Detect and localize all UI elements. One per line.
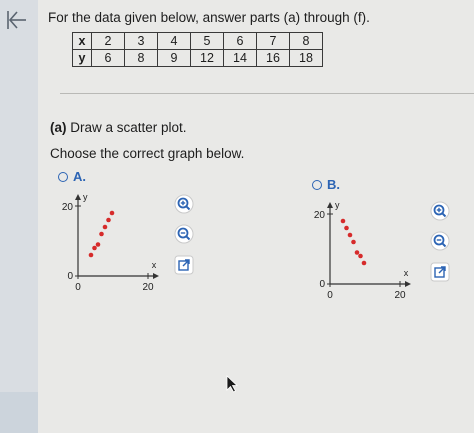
part-a-heading: (a) Draw a scatter plot. xyxy=(50,120,187,135)
data-point xyxy=(344,225,349,231)
table-cell: 8 xyxy=(289,32,323,50)
table-cell: 2 xyxy=(91,32,125,50)
x-axis-arrow xyxy=(405,281,411,287)
scatter-plot-a: 20 00 20 y x xyxy=(62,192,159,293)
table-cell: 5 xyxy=(190,32,224,50)
data-point xyxy=(347,232,353,238)
y-tick-label-0: 0 xyxy=(319,279,325,290)
option-b[interactable]: B. xyxy=(312,177,340,192)
y-axis-label: y xyxy=(83,192,88,202)
y-axis-label: y xyxy=(335,200,340,210)
table-cell: 12 xyxy=(190,49,224,67)
data-point xyxy=(92,245,97,251)
part-a-label: (a) xyxy=(50,120,67,135)
data-point xyxy=(95,242,101,247)
question-panel: For the data given below, answer parts (… xyxy=(38,0,474,433)
data-point xyxy=(351,239,356,245)
x-tick-label-20: 20 xyxy=(142,282,154,293)
table-cell: 18 xyxy=(289,49,323,67)
back-arrow-icon[interactable] xyxy=(4,8,28,32)
table-row-y: y 6 8 9 12 14 16 18 xyxy=(72,49,323,67)
table-cell: 14 xyxy=(223,49,257,67)
zoom-out-icon[interactable] xyxy=(174,224,194,244)
data-point xyxy=(88,252,94,258)
data-point xyxy=(361,260,367,266)
choose-instruction: Choose the correct graph below. xyxy=(50,146,245,161)
expand-icon[interactable] xyxy=(430,262,450,282)
data-table: x 2 3 4 5 6 7 8 y 6 8 9 12 14 16 18 xyxy=(72,32,323,67)
data-point xyxy=(354,250,360,255)
graph-option-b[interactable]: 20 0 0 20 y x xyxy=(300,198,420,313)
data-point xyxy=(102,224,108,230)
x-axis-arrow xyxy=(153,273,159,279)
data-point xyxy=(106,217,111,223)
data-point xyxy=(99,231,104,237)
x-tick-label-0: 0 xyxy=(75,282,81,293)
option-a-label: A. xyxy=(73,169,86,184)
y-axis-arrow xyxy=(327,202,333,208)
table-cell: 8 xyxy=(124,49,158,67)
y-axis-arrow xyxy=(75,194,81,200)
zoom-in-icon[interactable] xyxy=(174,194,194,214)
table-cell: 16 xyxy=(256,49,290,67)
option-b-label: B. xyxy=(327,177,340,192)
y-tick-label-0: 0 xyxy=(67,271,73,282)
part-a-text: Draw a scatter plot. xyxy=(70,120,187,135)
x-axis-label: x xyxy=(152,260,157,270)
y-tick-label-20: 20 xyxy=(62,202,74,213)
section-divider xyxy=(60,93,474,94)
expand-icon[interactable] xyxy=(174,255,194,275)
radio-option-b[interactable] xyxy=(312,179,322,190)
graph-option-a[interactable]: 20 0 0 20 y x xyxy=(48,190,168,305)
table-header-x: x xyxy=(72,32,92,50)
option-a[interactable]: A. xyxy=(58,169,86,184)
table-cell: 7 xyxy=(256,32,290,50)
table-cell: 9 xyxy=(157,49,191,67)
data-point xyxy=(109,210,115,216)
question-prompt: For the data given below, answer parts (… xyxy=(48,10,370,25)
table-cell: 3 xyxy=(124,32,158,50)
data-point xyxy=(358,253,363,259)
y-tick-label-20: 20 xyxy=(314,210,326,221)
x-tick-label-0: 0 xyxy=(327,290,333,301)
table-cell: 6 xyxy=(91,49,125,67)
x-axis-label: x xyxy=(404,268,409,278)
x-tick-label-20: 20 xyxy=(394,290,406,301)
table-cell: 4 xyxy=(157,32,191,50)
data-point xyxy=(340,218,346,224)
zoom-in-icon[interactable] xyxy=(430,201,450,221)
zoom-out-icon[interactable] xyxy=(430,231,450,251)
left-rail xyxy=(0,0,38,433)
radio-option-a[interactable] xyxy=(58,171,68,182)
left-rail-footer xyxy=(0,392,38,433)
mouse-cursor-icon xyxy=(226,375,240,393)
table-cell: 6 xyxy=(223,32,257,50)
scatter-plot-b: 20 00 20 y x xyxy=(314,200,411,301)
table-row-x: x 2 3 4 5 6 7 8 xyxy=(72,32,323,50)
table-header-y: y xyxy=(72,49,92,67)
